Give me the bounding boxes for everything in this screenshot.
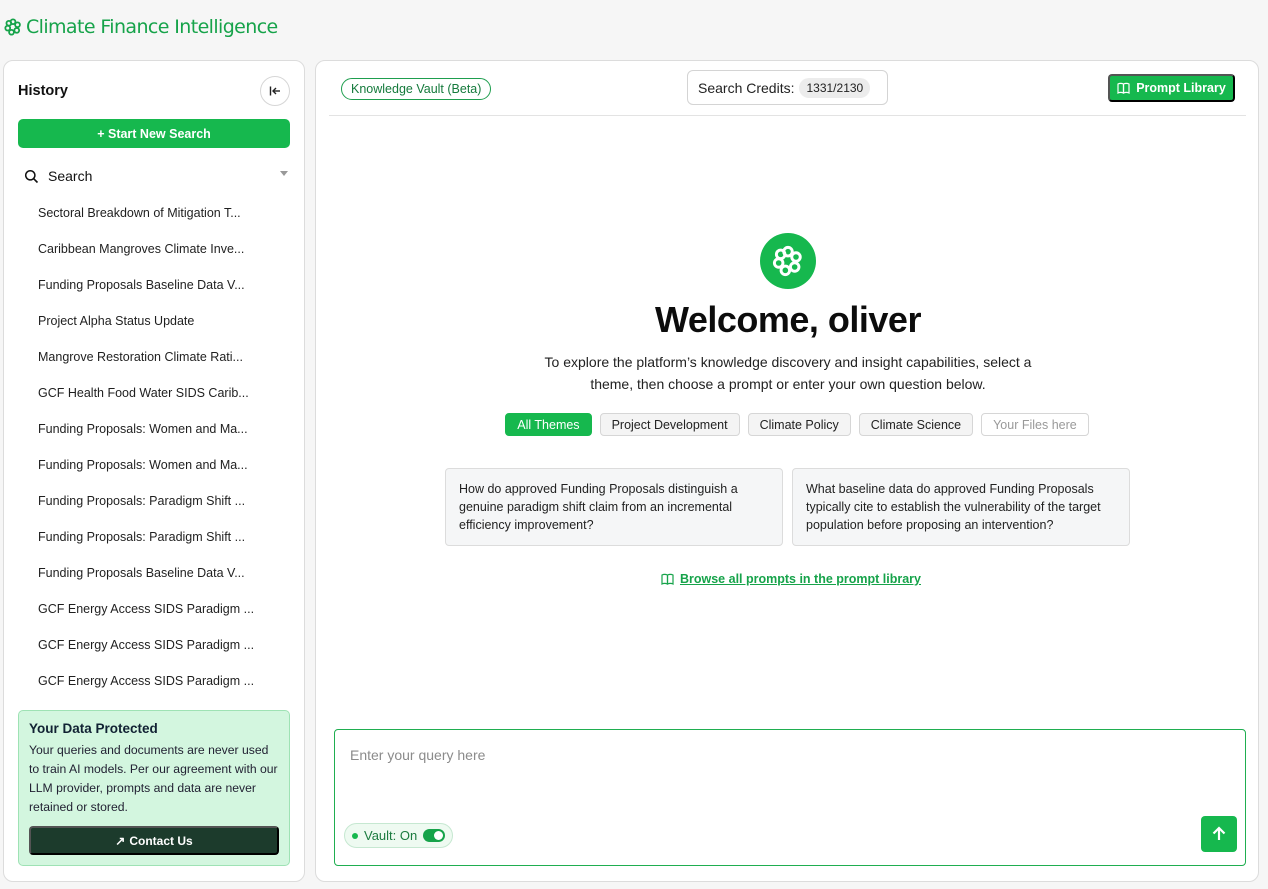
- header-divider: [329, 115, 1246, 116]
- logo-icon: [772, 245, 802, 277]
- welcome-logo: [760, 233, 816, 289]
- history-item[interactable]: GCF Energy Access SIDS Paradigm ...: [38, 635, 278, 671]
- data-protection-title: Your Data Protected: [29, 721, 158, 736]
- arrow-up-right-icon: ↗: [115, 833, 126, 848]
- theme-filter: All Themes Project Development Climate P…: [316, 413, 1260, 436]
- contact-us-button[interactable]: ↗ Contact Us: [29, 826, 279, 855]
- suggested-prompts: How do approved Funding Proposals distin…: [445, 468, 1130, 546]
- history-item[interactable]: GCF Energy Access SIDS Paradigm ...: [38, 599, 278, 635]
- book-icon: [1117, 82, 1130, 94]
- contact-us-label: Contact Us: [129, 833, 193, 848]
- search-icon: [24, 169, 39, 183]
- history-search-toggle[interactable]: Search: [24, 165, 288, 187]
- query-composer: Vault: On: [334, 729, 1246, 866]
- history-item[interactable]: Caribbean Mangroves Climate Inve...: [38, 239, 278, 275]
- brand-name: Climate Finance Intelligence: [26, 16, 278, 38]
- history-item[interactable]: Funding Proposals: Paradigm Shift ...: [38, 527, 278, 563]
- toggle-switch-icon: [423, 829, 446, 842]
- logo-icon: [4, 18, 21, 36]
- welcome-title: Welcome, oliver: [655, 299, 921, 340]
- arrow-up-icon: [1212, 826, 1226, 840]
- vault-toggle-label: Vault: On: [364, 828, 418, 843]
- collapse-sidebar-button[interactable]: [260, 76, 290, 106]
- history-item[interactable]: Funding Proposals Baseline Data V...: [38, 275, 278, 311]
- book-icon: [661, 573, 674, 585]
- chevron-down-icon: [280, 171, 288, 176]
- main-panel: Knowledge Vault (Beta) Search Credits: 1…: [315, 60, 1259, 882]
- browse-prompts-label: Browse all prompts in the prompt library: [679, 572, 921, 586]
- history-item[interactable]: Sectoral Breakdown of Mitigation T...: [38, 203, 278, 239]
- search-credits: Search Credits: 1331/2130: [687, 70, 888, 105]
- query-input[interactable]: [350, 744, 1210, 766]
- prompt-card[interactable]: How do approved Funding Proposals distin…: [445, 468, 783, 546]
- theme-chip-project-development[interactable]: Project Development: [599, 413, 740, 436]
- vault-toggle[interactable]: Vault: On: [344, 823, 454, 848]
- history-item[interactable]: Funding Proposals: Women and Ma...: [38, 419, 278, 455]
- history-item[interactable]: GCF Energy Access SIDS Paradigm ...: [38, 671, 278, 707]
- theme-chip-climate-science[interactable]: Climate Science: [858, 413, 974, 436]
- history-item[interactable]: Funding Proposals Baseline Data V...: [38, 563, 278, 599]
- search-label: Search: [48, 168, 93, 184]
- prompt-library-label: Prompt Library: [1136, 81, 1226, 95]
- knowledge-vault-badge[interactable]: Knowledge Vault (Beta): [341, 78, 492, 100]
- history-sidebar: History + Start New Search Search Sector…: [3, 60, 305, 882]
- brand[interactable]: Climate Finance Intelligence: [4, 16, 278, 38]
- history-item[interactable]: Project Alpha Status Update: [38, 311, 278, 347]
- welcome-subtitle: To explore the platform’s knowledge disc…: [544, 354, 1032, 392]
- search-credits-count: 1331/2130: [799, 77, 871, 98]
- history-item[interactable]: Funding Proposals: Women and Ma...: [38, 455, 278, 491]
- search-credits-label: Search Credits:: [698, 79, 795, 96]
- browse-prompts-link[interactable]: Browse all prompts in the prompt library: [316, 572, 1260, 586]
- theme-chip-your-files[interactable]: Your Files here: [981, 413, 1089, 436]
- start-new-search-button[interactable]: + Start New Search: [18, 119, 290, 148]
- history-list: Sectoral Breakdown of Mitigation T... Ca…: [38, 203, 278, 707]
- data-protection-text: Your queries and documents are never use…: [29, 743, 278, 814]
- top-bar: Climate Finance Intelligence: [0, 0, 1268, 56]
- prompt-library-button[interactable]: Prompt Library: [1108, 74, 1235, 102]
- theme-chip-climate-policy[interactable]: Climate Policy: [747, 413, 851, 436]
- theme-chip-all[interactable]: All Themes: [505, 413, 592, 436]
- status-dot-icon: [352, 832, 358, 839]
- collapse-left-icon: [269, 86, 280, 96]
- history-item[interactable]: Mangrove Restoration Climate Rati...: [38, 347, 278, 383]
- prompt-card[interactable]: What baseline data do approved Funding P…: [792, 468, 1130, 546]
- history-item[interactable]: GCF Health Food Water SIDS Carib...: [38, 383, 278, 419]
- send-query-button[interactable]: [1201, 816, 1237, 852]
- history-title: History: [18, 83, 68, 99]
- data-protection-card: Your Data Protected Your queries and doc…: [18, 710, 290, 866]
- history-item[interactable]: Funding Proposals: Paradigm Shift ...: [38, 491, 278, 527]
